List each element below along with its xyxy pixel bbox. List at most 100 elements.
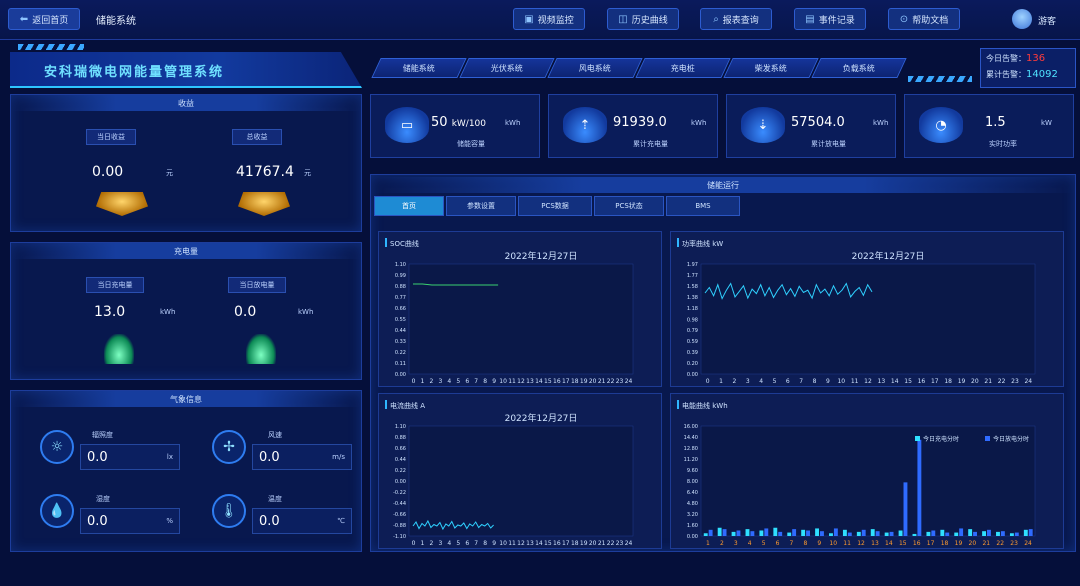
kpi-capacity-card: ▭ 50 kW/100 kWh 储能容量 bbox=[370, 94, 540, 158]
battery-icon: ▭ bbox=[385, 107, 429, 143]
chart-date: 2022年12月27日 bbox=[505, 250, 578, 262]
tab-label: 光伏系统 bbox=[491, 63, 523, 73]
bar bbox=[1000, 531, 1005, 536]
x-tick-label: 10 bbox=[499, 378, 507, 385]
y-tick-label: 8.00 bbox=[687, 479, 698, 485]
tab-charger[interactable]: 充电桩 bbox=[635, 58, 731, 78]
tab-label: 风电系统 bbox=[579, 63, 611, 73]
user-name: 游客 bbox=[1038, 17, 1057, 27]
tab-diesel[interactable]: 柴发系统 bbox=[723, 58, 819, 78]
avatar[interactable] bbox=[1012, 9, 1032, 29]
wind-speed-value: 0.0 bbox=[259, 449, 280, 465]
x-tick-label: 17 bbox=[927, 540, 935, 547]
x-tick-label: 9 bbox=[826, 378, 830, 385]
legend-label: 今日充电分时 bbox=[923, 435, 959, 443]
x-tick-label: 7 bbox=[799, 378, 803, 385]
event-log-button[interactable]: ▤ 事件记录 bbox=[794, 8, 866, 30]
bar bbox=[778, 531, 783, 536]
x-tick-label: 11 bbox=[508, 540, 516, 547]
y-tick-label: 0.33 bbox=[395, 339, 406, 345]
y-tick-label: 0.44 bbox=[395, 328, 406, 334]
tab-pcs-status[interactable]: PCS状态 bbox=[594, 196, 664, 216]
today-discharge-label: 当日放电量 bbox=[228, 277, 286, 293]
x-tick-label: 20 bbox=[971, 378, 979, 385]
tab-pv[interactable]: 光伏系统 bbox=[459, 58, 555, 78]
tab-wind[interactable]: 风电系统 bbox=[547, 58, 643, 78]
bar bbox=[787, 532, 792, 536]
bar bbox=[884, 532, 889, 536]
kpi-charge-value: 91939.0 bbox=[613, 115, 667, 130]
bar bbox=[736, 530, 741, 536]
kpi-power-value: 1.5 bbox=[985, 115, 1006, 130]
x-tick-label: 11 bbox=[843, 540, 851, 547]
today-discharge-value: 0.0 bbox=[234, 304, 257, 320]
video-monitor-button[interactable]: ▣ 视频监控 bbox=[513, 8, 585, 30]
x-tick-label: 5 bbox=[762, 540, 766, 547]
tab-bms[interactable]: BMS bbox=[666, 196, 740, 216]
tab-label: 负载系统 bbox=[843, 63, 875, 73]
bar bbox=[856, 531, 861, 536]
x-tick-label: 16 bbox=[918, 378, 926, 385]
tab-parameters[interactable]: 参数设置 bbox=[446, 196, 516, 216]
x-tick-label: 6 bbox=[776, 540, 780, 547]
bar bbox=[815, 528, 820, 536]
today-discharge-unit: kWh bbox=[298, 308, 314, 316]
bar bbox=[982, 531, 987, 536]
y-tick-label: 0.59 bbox=[687, 339, 698, 345]
event-log-label: 事件记录 bbox=[818, 15, 855, 26]
total-income-label: 总收益 bbox=[232, 129, 282, 145]
x-tick-label: 1 bbox=[706, 540, 710, 547]
title-marker bbox=[385, 238, 387, 247]
y-tick-label: 0.22 bbox=[395, 468, 406, 474]
page-title: 安科瑞微电网能量管理系统 bbox=[44, 65, 225, 80]
humidity-value: 0.0 bbox=[87, 513, 108, 529]
y-tick-label: 16.00 bbox=[684, 424, 698, 430]
y-tick-label: 0.44 bbox=[395, 457, 406, 463]
y-tick-label: 1.10 bbox=[395, 424, 406, 430]
humidity-unit: % bbox=[166, 517, 173, 525]
report-query-button[interactable]: ⌕ 报表查询 bbox=[700, 8, 772, 30]
x-tick-label: 4 bbox=[759, 378, 763, 385]
bar bbox=[945, 532, 950, 536]
x-tick-label: 23 bbox=[1010, 540, 1018, 547]
kpi-capacity-value2: kW/100 bbox=[451, 119, 487, 129]
tab-pcs-data[interactable]: PCS数据 bbox=[518, 196, 592, 216]
home-button[interactable]: ⬅ 返回首页 bbox=[8, 8, 80, 30]
history-curve-button[interactable]: ◫ 历史曲线 bbox=[607, 8, 679, 30]
x-tick-label: 12 bbox=[517, 540, 525, 547]
irradiance-field: 0.0 lx bbox=[80, 444, 180, 470]
report-query-label: 报表查询 bbox=[722, 15, 759, 26]
title-marker bbox=[677, 400, 679, 409]
x-tick-label: 5 bbox=[456, 378, 460, 385]
kpi-unit: kWh bbox=[691, 119, 707, 127]
y-tick-label: 12.80 bbox=[684, 446, 698, 452]
wind-speed-field: 0.0 m/s bbox=[252, 444, 352, 470]
kpi-unit: kW bbox=[1041, 119, 1052, 127]
help-doc-button[interactable]: ⊙ 帮助文档 bbox=[888, 8, 960, 30]
subsystem-nav: 储能系统 光伏系统 风电系统 充电桩 柴发系统 负载系统 bbox=[370, 58, 910, 80]
y-tick-label: -0.44 bbox=[393, 501, 406, 507]
bar bbox=[773, 527, 778, 536]
bar bbox=[968, 529, 973, 536]
tab-load[interactable]: 负载系统 bbox=[811, 58, 907, 78]
humidity-label: 湿度 bbox=[96, 495, 110, 503]
x-tick-label: 0 bbox=[706, 378, 710, 385]
bar bbox=[847, 532, 852, 536]
bar bbox=[745, 529, 750, 536]
x-tick-label: 13 bbox=[526, 378, 534, 385]
tab-storage[interactable]: 储能系统 bbox=[371, 58, 467, 78]
y-tick-label: 3.20 bbox=[687, 512, 698, 518]
tab-home[interactable]: 首页 bbox=[374, 196, 444, 216]
kpi-charge-card: ⇡ 91939.0 kWh 累计充电量 bbox=[548, 94, 718, 158]
x-tick-label: 14 bbox=[891, 378, 899, 385]
x-tick-label: 14 bbox=[885, 540, 893, 547]
bar bbox=[903, 482, 908, 536]
x-tick-label: 14 bbox=[535, 540, 543, 547]
title-marker bbox=[385, 400, 387, 409]
energy-chart-box: 电能曲线 kWh 0.00 1.60 3.20 4.80 6.40 8.00 9.60 11.2… bbox=[670, 393, 1064, 549]
y-tick-label: 0.98 bbox=[687, 317, 698, 323]
history-curve-label: 历史曲线 bbox=[631, 15, 668, 26]
x-tick-label: 21 bbox=[982, 540, 990, 547]
x-tick-label: 23 bbox=[616, 378, 624, 385]
bar bbox=[801, 529, 806, 536]
